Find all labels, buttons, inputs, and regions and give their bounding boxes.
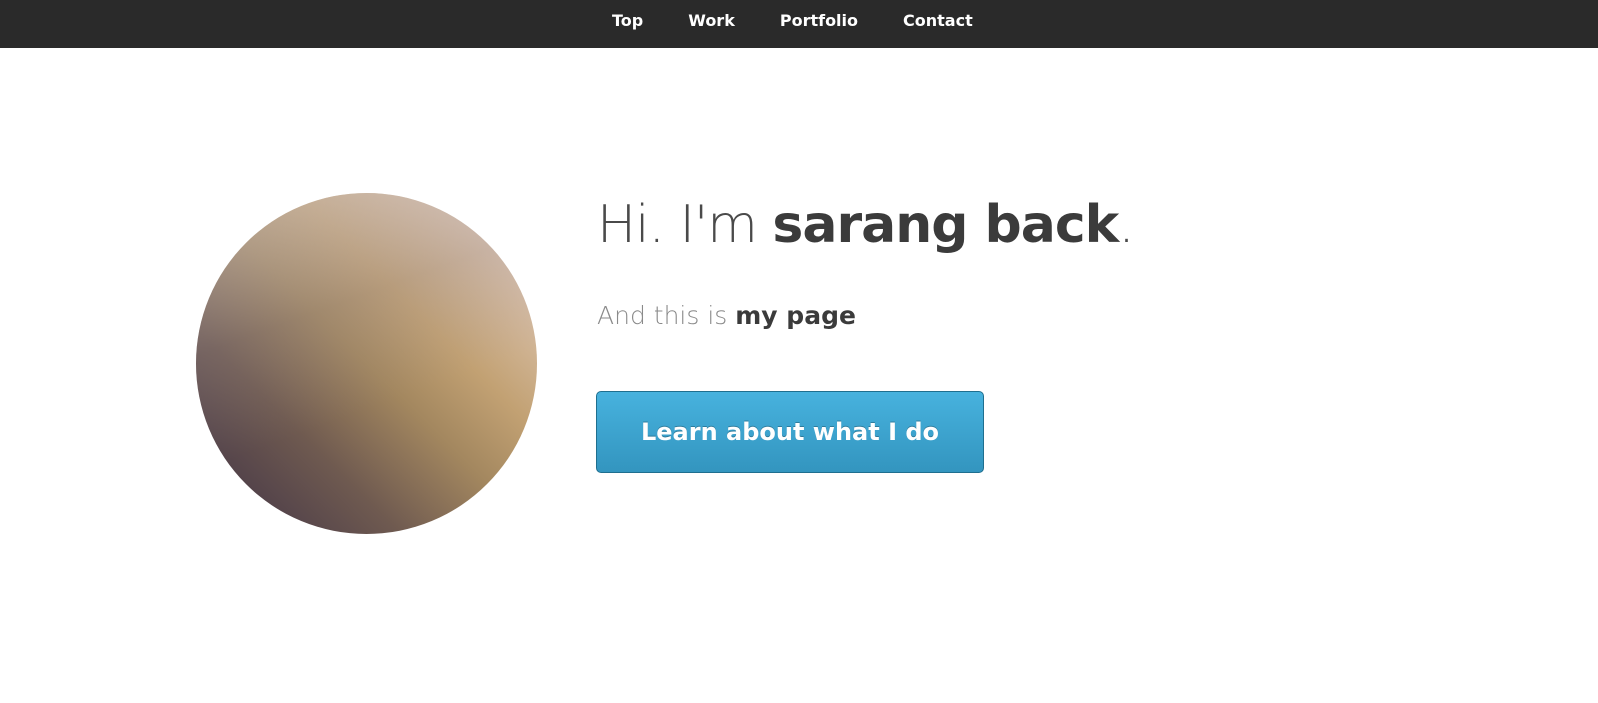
hero-subline: And this is my page: [597, 301, 856, 330]
profile-avatar: [196, 193, 537, 534]
nav-link-top[interactable]: Top: [612, 11, 643, 30]
nav-list: Top Work Portfolio Contact: [612, 0, 973, 40]
nav-link-portfolio[interactable]: Portfolio: [780, 11, 858, 30]
sub-prefix: And this is: [597, 301, 736, 330]
hero-name: sarang back: [772, 195, 1119, 255]
nav-link-contact[interactable]: Contact: [903, 11, 973, 30]
nav-link-work[interactable]: Work: [688, 11, 735, 30]
nav-item-top: Top: [612, 11, 643, 30]
nav-item-work: Work: [688, 11, 735, 30]
learn-more-button[interactable]: Learn about what I do: [596, 391, 984, 473]
greeting-prefix: Hi. I'm: [597, 195, 773, 255]
greeting-suffix: .: [1118, 195, 1135, 255]
hero-headline: Hi. I'm sarang back.: [597, 195, 1135, 255]
nav-item-contact: Contact: [903, 11, 973, 30]
top-nav-bar: Top Work Portfolio Contact: [0, 0, 1598, 48]
sub-strong: my page: [735, 301, 856, 330]
nav-item-portfolio: Portfolio: [780, 11, 858, 30]
